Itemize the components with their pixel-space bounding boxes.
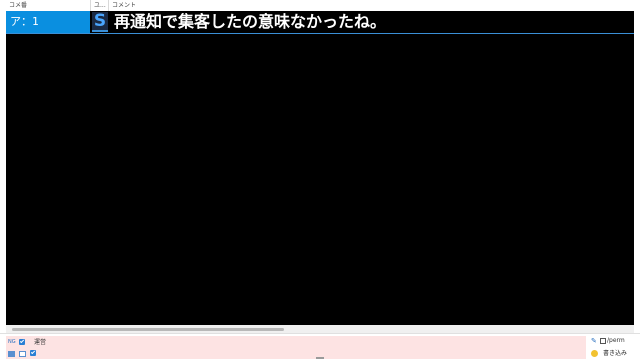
emoji-icon[interactable] bbox=[591, 350, 598, 357]
perm-checkbox[interactable] bbox=[600, 338, 606, 344]
comment-row[interactable]: ア：1 S 再通知で集客したの意味なかったね。 bbox=[6, 11, 634, 34]
horizontal-scrollbar[interactable] bbox=[6, 325, 634, 333]
perm-label: /perm bbox=[607, 337, 625, 344]
column-comment-header[interactable]: コメント bbox=[108, 0, 634, 11]
comment-text: 再通知で集客したの意味なかったね。 bbox=[114, 12, 387, 31]
resize-handle[interactable] bbox=[316, 357, 324, 359]
submit-button[interactable]: 書き込み bbox=[603, 349, 628, 358]
right-gutter bbox=[634, 11, 640, 325]
input-panel: NG 運営 ✎ /perm 書き込み bbox=[0, 333, 640, 360]
comment-input[interactable]: NG 運営 bbox=[6, 336, 586, 359]
pen-icon[interactable]: ✎ bbox=[591, 338, 597, 345]
scrollbar-thumb[interactable] bbox=[12, 328, 284, 331]
comment-number: ア：1 bbox=[6, 11, 90, 33]
column-number-header[interactable]: コメ番 bbox=[6, 0, 90, 11]
admin-checkbox-label: 運営 bbox=[34, 339, 47, 346]
detail-view-icon[interactable] bbox=[19, 351, 26, 357]
list-view-icon[interactable] bbox=[8, 351, 15, 357]
comment-list[interactable]: ア：1 S 再通知で集客したの意味なかったね。 bbox=[6, 11, 634, 325]
column-user-header[interactable]: ユ... bbox=[90, 0, 108, 11]
ng-label[interactable]: NG bbox=[8, 339, 16, 345]
user-icon[interactable]: S bbox=[92, 12, 108, 32]
option-checkbox[interactable] bbox=[30, 350, 36, 356]
admin-checkbox[interactable] bbox=[19, 339, 25, 345]
right-toolbar: ✎ /perm 書き込み bbox=[588, 334, 640, 361]
